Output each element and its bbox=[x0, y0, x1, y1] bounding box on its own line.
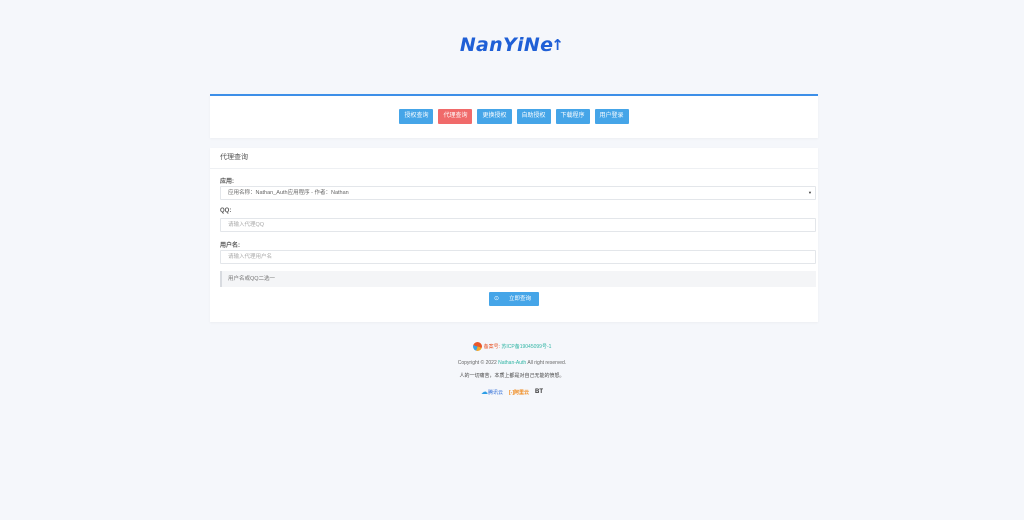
app-select[interactable]: 应用名称：Nathan_Auth应用程序 - 作者：Nathan ▼ bbox=[220, 186, 816, 200]
copyright-line: Copyright © 2022 Nathan-Auth All right r… bbox=[0, 360, 1024, 366]
partner-logos: ☁腾讯云 [-]阿里云 BT bbox=[0, 388, 1024, 396]
submit-query-button[interactable]: ⊙ 立即查询 bbox=[489, 292, 539, 306]
icp-line: 备案号: 苏ICP备19045099号-1 bbox=[0, 342, 1024, 351]
slogan: 人的一切痛苦，本质上都是对自己无能的愤怒。 bbox=[459, 373, 565, 379]
partner-tencent-cloud[interactable]: ☁腾讯云 bbox=[481, 388, 503, 396]
partner-tencent-label: 腾讯云 bbox=[487, 390, 503, 396]
query-form-card: 代理查询 应用: 应用名称：Nathan_Auth应用程序 - 作者：Natha… bbox=[210, 148, 818, 322]
nav-buttons: 授权查询 代理查询 更换授权 自助授权 下载程序 用户登录 bbox=[210, 96, 818, 124]
nav-user-login-button[interactable]: 用户登录 bbox=[594, 109, 629, 124]
nav-self-auth-button[interactable]: 自助授权 bbox=[516, 109, 551, 124]
nav-card: 授权查询 代理查询 更换授权 自助授权 下载程序 用户登录 bbox=[210, 94, 818, 138]
logo-arrow-icon: ↑ bbox=[551, 36, 565, 54]
qq-input[interactable]: 请输入代理QQ bbox=[220, 218, 816, 232]
check-circle-icon: ⊙ bbox=[494, 296, 500, 302]
submit-label: 立即查询 bbox=[509, 296, 532, 302]
form-title: 代理查询 bbox=[210, 148, 818, 169]
hint-note: 用户名或QQ二选一 bbox=[220, 271, 816, 287]
dropdown-caret-icon: ▼ bbox=[808, 190, 812, 195]
logo-text: NanYiNe bbox=[459, 34, 554, 56]
nav-agent-query-button[interactable]: 代理查询 bbox=[438, 109, 473, 124]
icp-badge-icon bbox=[472, 342, 482, 351]
copyright-suffix: All right reserved. bbox=[527, 360, 567, 366]
nav-download-button[interactable]: 下载程序 bbox=[555, 109, 590, 124]
partner-bt[interactable]: BT bbox=[535, 389, 543, 395]
nav-change-auth-button[interactable]: 更换授权 bbox=[477, 109, 512, 124]
cloud-icon: ☁ bbox=[480, 389, 488, 396]
nav-auth-query-button[interactable]: 授权查询 bbox=[399, 109, 434, 124]
copyright-link[interactable]: Nathan-Auth bbox=[498, 360, 526, 366]
partner-aliyun[interactable]: [-]阿里云 bbox=[509, 389, 529, 396]
username-input[interactable]: 请输入代理用户名 bbox=[220, 250, 816, 264]
copyright-prefix: Copyright © 2022 bbox=[457, 360, 497, 366]
icp-number-link[interactable]: 苏ICP备19045099号-1 bbox=[501, 344, 551, 350]
partner-aliyun-label: 阿里云 bbox=[514, 389, 530, 396]
username-label: 用户名: bbox=[220, 243, 240, 249]
site-logo[interactable]: NanYiNe↑ bbox=[0, 34, 1024, 56]
icp-label: 备案号: bbox=[483, 344, 500, 350]
app-select-value: 应用名称：Nathan_Auth应用程序 - 作者：Nathan bbox=[228, 190, 349, 196]
app-label: 应用: bbox=[220, 179, 234, 185]
qq-label: QQ: bbox=[220, 208, 232, 214]
